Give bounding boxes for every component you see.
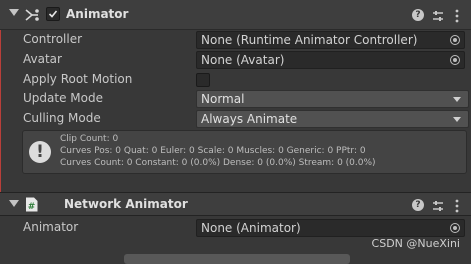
more-menu-icon[interactable] bbox=[455, 198, 459, 217]
network-animator-field-row: Animator None (Animator) bbox=[0, 218, 471, 238]
avatar-value: None (Avatar) bbox=[201, 53, 285, 67]
controller-label: Controller bbox=[23, 32, 83, 46]
dropdown-arrow-icon bbox=[453, 117, 461, 122]
watermark-text: CSDN @NueXini bbox=[371, 237, 460, 250]
help-icon[interactable]: ? bbox=[412, 199, 424, 211]
controller-value: None (Runtime Animator Controller) bbox=[201, 33, 418, 47]
animator-label: Animator bbox=[23, 220, 79, 234]
info-text: Clip Count: 0 Curves Pos: 0 Quat: 0 Eule… bbox=[60, 133, 376, 169]
avatar-label: Avatar bbox=[23, 52, 62, 66]
add-component-button[interactable] bbox=[124, 254, 350, 264]
update-mode-label: Update Mode bbox=[23, 91, 103, 105]
update-mode-value: Normal bbox=[201, 92, 245, 106]
component-enabled-checkbox[interactable] bbox=[46, 7, 60, 21]
controller-object-field[interactable]: None (Runtime Animator Controller) bbox=[196, 31, 465, 49]
curves-pos-text: Curves Pos: 0 Quat: 0 Euler: 0 Scale: 0 … bbox=[60, 146, 366, 156]
script-icon: # bbox=[25, 197, 38, 216]
animator-icon bbox=[24, 7, 40, 27]
network-animator-component-header[interactable]: # Network Animator ? bbox=[0, 192, 471, 216]
help-icon[interactable]: ? bbox=[412, 9, 424, 21]
preset-icon[interactable] bbox=[431, 198, 445, 217]
apply-root-motion-row: Apply Root Motion bbox=[0, 70, 471, 90]
foldout-arrow-icon[interactable] bbox=[9, 9, 19, 16]
preset-icon[interactable] bbox=[431, 8, 445, 27]
svg-text:#: # bbox=[28, 202, 36, 212]
avatar-row: Avatar None (Avatar) bbox=[0, 50, 471, 70]
controller-row: Controller None (Runtime Animator Contro… bbox=[0, 30, 471, 50]
update-mode-row: Update Mode Normal bbox=[0, 89, 471, 109]
animator-object-field[interactable]: None (Animator) bbox=[196, 219, 465, 237]
avatar-object-field[interactable]: None (Avatar) bbox=[196, 51, 465, 69]
culling-mode-label: Culling Mode bbox=[23, 111, 101, 125]
component-title: Animator bbox=[66, 7, 129, 21]
culling-mode-row: Culling Mode Always Animate bbox=[0, 109, 471, 129]
info-warning-icon: ! bbox=[29, 141, 51, 163]
animator-info-box: ! Clip Count: 0 Curves Pos: 0 Quat: 0 Eu… bbox=[22, 130, 467, 174]
apply-root-motion-checkbox[interactable] bbox=[196, 73, 210, 87]
animator-value: None (Animator) bbox=[201, 221, 301, 235]
component-title: Network Animator bbox=[64, 197, 188, 211]
object-picker-icon[interactable] bbox=[450, 223, 460, 233]
object-picker-icon[interactable] bbox=[450, 55, 460, 65]
apply-root-motion-label: Apply Root Motion bbox=[23, 72, 133, 86]
update-mode-dropdown[interactable]: Normal bbox=[196, 90, 469, 108]
culling-mode-value: Always Animate bbox=[201, 112, 298, 126]
object-picker-icon[interactable] bbox=[450, 35, 460, 45]
curves-count-text: Curves Count: 0 Constant: 0 (0.0%) Dense… bbox=[60, 158, 376, 168]
animator-component-header[interactable]: Animator ? bbox=[0, 0, 471, 30]
dropdown-arrow-icon bbox=[453, 97, 461, 102]
foldout-arrow-icon[interactable] bbox=[9, 200, 19, 207]
culling-mode-dropdown[interactable]: Always Animate bbox=[196, 110, 469, 128]
more-menu-icon[interactable] bbox=[455, 8, 459, 27]
clip-count-text: Clip Count: 0 bbox=[60, 134, 119, 144]
